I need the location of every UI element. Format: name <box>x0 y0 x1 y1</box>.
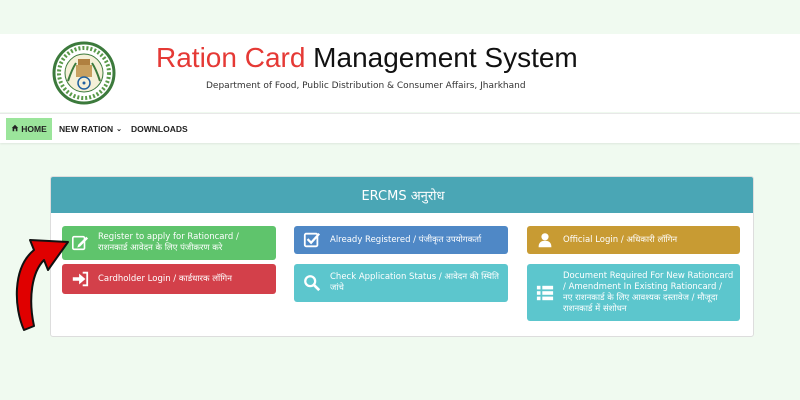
documents-label: Document Required For New Rationcard / A… <box>563 270 734 314</box>
main-nav: HOME NEW RATION ⌄ DOWNLOADS <box>0 113 800 143</box>
sign-in-icon <box>70 269 90 289</box>
check-status-button[interactable]: Check Application Status / आवेदन की स्थि… <box>294 264 508 302</box>
department-subtitle: Department of Food, Public Distribution … <box>206 81 526 91</box>
user-icon <box>535 230 555 250</box>
nav-new-ration-label: NEW RATION <box>59 124 114 134</box>
nav-home-label: HOME <box>21 124 47 134</box>
edit-icon <box>70 233 90 253</box>
red-arrow-annotation <box>15 239 69 331</box>
list-icon <box>535 283 555 303</box>
jharkhand-emblem <box>52 41 116 105</box>
page-title: Ration Card Management System <box>156 42 578 74</box>
cardholder-label: Cardholder Login / कार्डधारक लॉगिन <box>98 273 232 284</box>
panel-heading: ERCMS अनुरोध <box>51 177 753 213</box>
home-icon <box>11 124 19 134</box>
documents-required-button[interactable]: Document Required For New Rationcard / A… <box>527 264 740 321</box>
register-button[interactable]: Register to apply for Rationcard / राशनक… <box>62 226 276 260</box>
nav-new-ration[interactable]: NEW RATION ⌄ <box>54 118 127 140</box>
official-login-button[interactable]: Official Login / अधिकारी लॉगिन <box>527 226 740 254</box>
nav-home[interactable]: HOME <box>6 118 52 140</box>
chevron-down-icon: ⌄ <box>116 126 123 133</box>
nav-downloads-label: DOWNLOADS <box>131 124 188 134</box>
already-registered-button[interactable]: Already Registered / पंजीकृत उपयोगकर्ता <box>294 226 508 254</box>
site-header: Ration Card Management System Department… <box>0 34 800 112</box>
register-label: Register to apply for Rationcard / राशनक… <box>98 232 239 253</box>
nav-downloads[interactable]: DOWNLOADS <box>126 118 193 140</box>
cardholder-login-button[interactable]: Cardholder Login / कार्डधारक लॉगिन <box>62 264 276 294</box>
search-icon <box>302 273 322 293</box>
title-accent: Ration Card <box>156 42 306 73</box>
already-label: Already Registered / पंजीकृत उपयोगकर्ता <box>330 234 482 245</box>
title-rest: Management System <box>305 42 578 73</box>
check-label: Check Application Status / आवेदन की स्थि… <box>330 272 499 293</box>
official-label: Official Login / अधिकारी लॉगिन <box>563 234 678 245</box>
check-square-icon <box>302 230 322 250</box>
